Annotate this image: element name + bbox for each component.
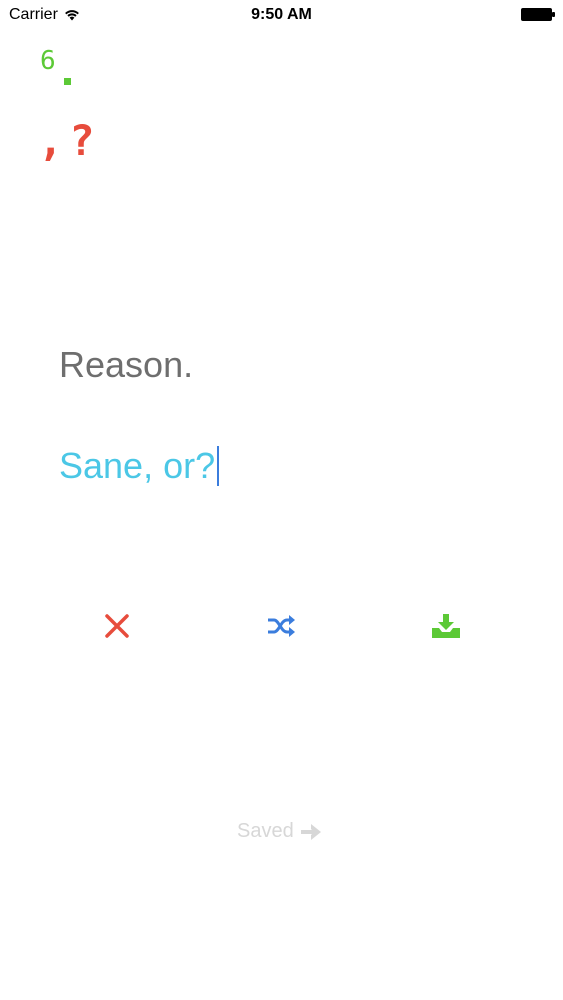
discard-button[interactable] xyxy=(97,608,137,648)
download-tray-icon xyxy=(431,613,461,644)
status-time: 9:50 AM xyxy=(251,6,312,23)
save-button[interactable] xyxy=(426,608,466,648)
saved-link[interactable]: Saved xyxy=(237,820,322,843)
shuffle-icon xyxy=(266,614,296,643)
status-bar: Carrier 9:50 AM xyxy=(0,0,563,30)
answer-field[interactable]: Sane, or? xyxy=(59,445,220,487)
action-bar xyxy=(0,608,563,648)
saved-label: Saved xyxy=(237,820,294,842)
battery-icon xyxy=(521,8,555,21)
punctuation-marks: ,? xyxy=(38,116,101,165)
counter-dot xyxy=(63,78,71,85)
prompt-sentence: Reason. xyxy=(59,344,194,385)
text-caret xyxy=(217,446,220,486)
answer-text[interactable]: Sane, or? xyxy=(59,445,215,487)
sentence-counter: 6 xyxy=(40,46,71,85)
close-x-icon xyxy=(104,613,130,644)
arrow-right-icon xyxy=(300,823,322,841)
counter-value: 6 xyxy=(40,46,56,76)
shuffle-button[interactable] xyxy=(261,608,301,648)
